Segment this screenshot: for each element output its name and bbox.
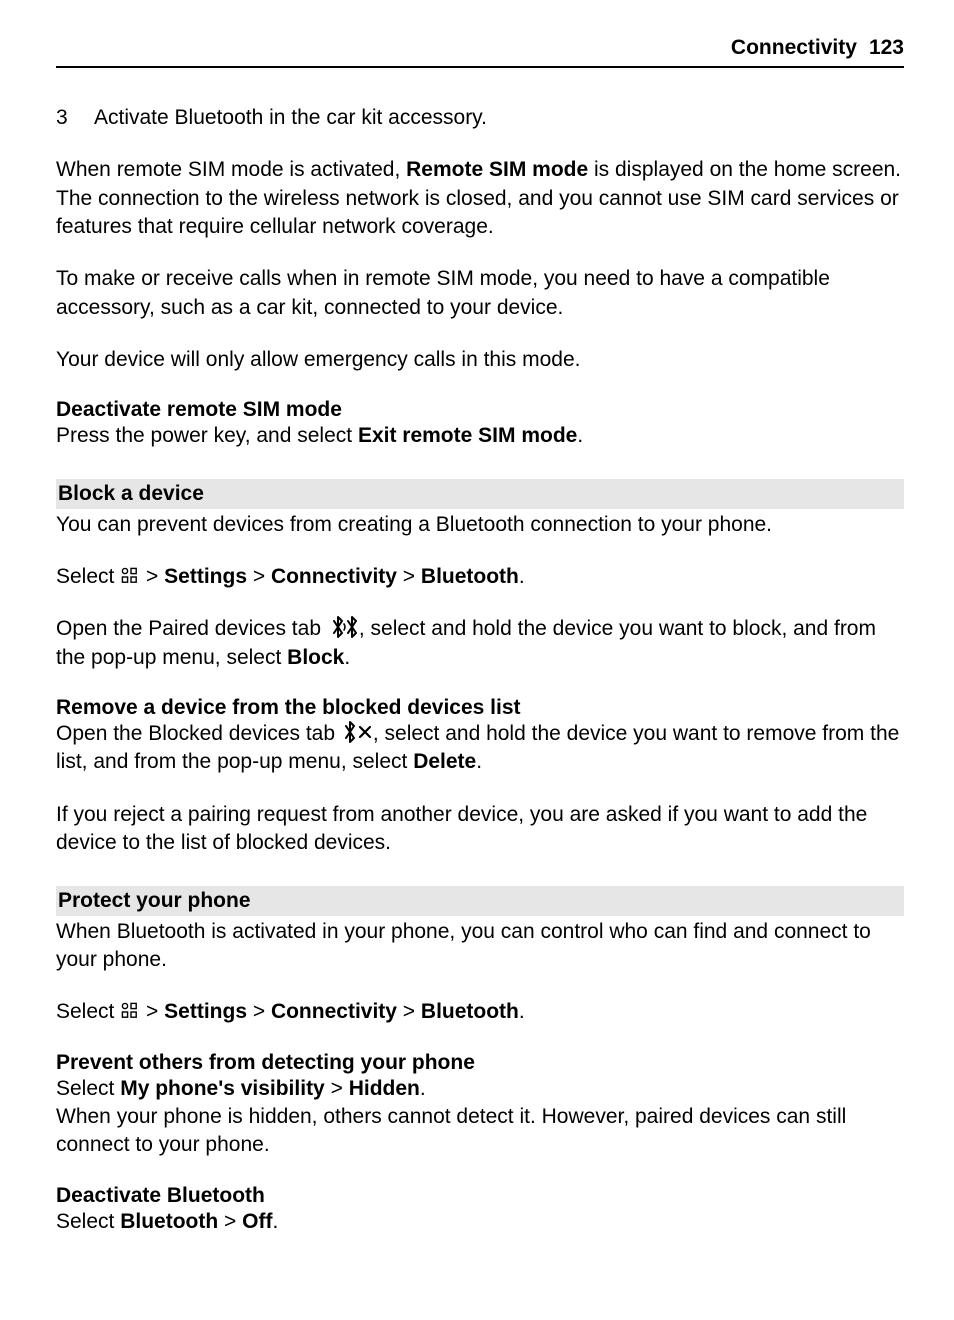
- bold-text: My phone's visibility: [120, 1077, 325, 1100]
- text: .: [519, 1000, 525, 1023]
- menu-grid-icon: [120, 566, 140, 586]
- bold-text: Settings: [164, 1000, 247, 1023]
- subhead-remove-blocked: Remove a device from the blocked devices…: [56, 696, 904, 720]
- step-text: Activate Bluetooth in the car kit access…: [94, 104, 487, 132]
- paragraph-block-intro: You can prevent devices from creating a …: [56, 511, 904, 539]
- subhead-deactivate-sim: Deactivate remote SIM mode: [56, 398, 904, 422]
- paragraph-deactivate-sim: Press the power key, and select Exit rem…: [56, 422, 904, 450]
- bold-text: Block: [287, 646, 344, 669]
- bold-text: Off: [242, 1210, 272, 1233]
- paragraph-calls: To make or receive calls when in remote …: [56, 265, 904, 322]
- paragraph-emergency: Your device will only allow emergency ca…: [56, 346, 904, 374]
- bold-text: Connectivity: [271, 565, 397, 588]
- bold-text: Bluetooth: [421, 565, 519, 588]
- text: .: [519, 565, 525, 588]
- text: .: [272, 1210, 278, 1233]
- text: Open the Paired devices tab: [56, 617, 327, 640]
- paragraph-visibility: Select My phone's visibility > Hidden.: [56, 1075, 904, 1103]
- text: .: [344, 646, 350, 669]
- paragraph-protect-intro: When Bluetooth is activated in your phon…: [56, 918, 904, 975]
- header-page-number: 123: [869, 36, 904, 60]
- text: Select: [56, 1000, 120, 1023]
- bold-text: Exit remote SIM mode: [358, 424, 577, 447]
- subhead-deactivate-bt: Deactivate Bluetooth: [56, 1184, 904, 1208]
- separator: >: [247, 1000, 271, 1023]
- page: Connectivity 123 3 Activate Bluetooth in…: [0, 0, 954, 1320]
- bold-text: Delete: [413, 750, 476, 773]
- bold-text: Bluetooth: [120, 1210, 218, 1233]
- menu-grid-icon: [120, 1001, 140, 1021]
- nav-path-block: Select > Settings > Connectivity > Bluet…: [56, 563, 904, 591]
- separator: >: [397, 1000, 421, 1023]
- nav-path-protect: Select > Settings > Connectivity > Bluet…: [56, 998, 904, 1026]
- separator: >: [146, 565, 164, 588]
- text: Open the Blocked devices tab: [56, 722, 341, 745]
- bold-text: Hidden: [349, 1077, 420, 1100]
- bold-text: Settings: [164, 565, 247, 588]
- step-number: 3: [56, 104, 94, 132]
- section-protect-phone: Protect your phone: [56, 886, 904, 916]
- paragraph-paired-tab: Open the Paired devices tab , select and…: [56, 615, 904, 672]
- paragraph-reject-note: If you reject a pairing request from ano…: [56, 801, 904, 858]
- text: When remote SIM mode is activated,: [56, 158, 406, 181]
- bold-text: Connectivity: [271, 1000, 397, 1023]
- running-header: Connectivity 123: [56, 36, 904, 68]
- paragraph-deactivate-bt: Select Bluetooth > Off.: [56, 1208, 904, 1236]
- text: .: [476, 750, 482, 773]
- text: .: [577, 424, 583, 447]
- subhead-prevent-detect: Prevent others from detecting your phone: [56, 1051, 904, 1075]
- paragraph-hidden-note: When your phone is hidden, others cannot…: [56, 1103, 904, 1160]
- separator: >: [325, 1077, 349, 1100]
- separator: >: [146, 1000, 164, 1023]
- step-3: 3 Activate Bluetooth in the car kit acce…: [56, 104, 904, 132]
- section-block-device: Block a device: [56, 479, 904, 509]
- separator: >: [218, 1210, 242, 1233]
- text: Select: [56, 1210, 120, 1233]
- text: .: [420, 1077, 426, 1100]
- separator: >: [397, 565, 421, 588]
- bluetooth-blocked-icon: [341, 721, 373, 743]
- bold-text: Remote SIM mode: [406, 158, 588, 181]
- bluetooth-paired-icon: [327, 616, 359, 638]
- paragraph-blocked-tab: Open the Blocked devices tab , select an…: [56, 720, 904, 777]
- separator: >: [247, 565, 271, 588]
- text: Press the power key, and select: [56, 424, 358, 447]
- bold-text: Bluetooth: [421, 1000, 519, 1023]
- text: Select: [56, 565, 120, 588]
- text: Select: [56, 1077, 120, 1100]
- paragraph-remote-sim: When remote SIM mode is activated, Remot…: [56, 156, 904, 241]
- header-title: Connectivity: [731, 36, 857, 60]
